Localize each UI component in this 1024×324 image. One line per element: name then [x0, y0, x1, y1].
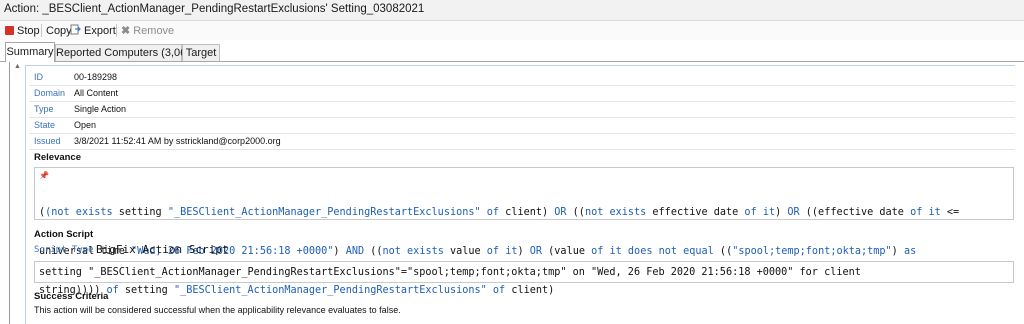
copy-button[interactable]: Copy — [46, 23, 72, 38]
relevance-heading: Relevance — [34, 152, 82, 163]
content-border — [25, 65, 26, 324]
code-token: setting — [112, 207, 168, 218]
code-token: ) — [517, 246, 530, 257]
remove-icon: ✖ — [121, 25, 131, 37]
property-value: Open — [74, 120, 97, 130]
pin-icon[interactable]: 📌 — [39, 171, 49, 180]
property-row-state: State Open — [29, 118, 1015, 134]
action-script-heading: Action Script — [34, 229, 94, 240]
code-token: "_BESClient_ActionManager_PendingRestart… — [167, 207, 481, 218]
property-key: State — [34, 120, 56, 130]
tab-summary-label: Summary — [6, 46, 54, 58]
window-title: Action: _BESClient_ActionManager_Pending… — [4, 3, 425, 15]
code-token: AND — [345, 246, 365, 257]
property-row-issued: Issued 3/8/2021 11:52:41 AM by sstrickla… — [29, 134, 1015, 150]
tab-reported-computers-label: Reported Computers (3,068) — [56, 47, 197, 59]
code-token: client) — [505, 285, 555, 296]
properties-table: ID 00-189298 Domain All Content Type Sin… — [29, 70, 1015, 150]
code-token: effective date — [646, 207, 745, 218]
code-token: of it — [486, 246, 518, 257]
tab-summary[interactable]: Summary — [5, 42, 55, 62]
relevance-line: string)))) of setting "_BESClient_Action… — [39, 284, 959, 297]
remove-button-label: Remove — [133, 24, 175, 37]
code-token: does not equal — [627, 246, 714, 257]
code-token: OR — [787, 207, 800, 218]
property-key: Domain — [34, 88, 66, 98]
code-token: ) — [775, 207, 788, 218]
tab-target[interactable]: Target — [182, 44, 220, 61]
panel-border — [9, 62, 10, 324]
stop-icon — [5, 26, 14, 35]
code-token: not exists — [584, 207, 647, 218]
action-script-box[interactable]: setting "_BESClient_ActionManager_Pendin… — [34, 261, 1014, 283]
property-row-type: Type Single Action — [29, 102, 1015, 118]
code-token: of it — [910, 207, 941, 218]
code-token: OR — [554, 207, 567, 218]
code-token: as — [903, 246, 917, 257]
tab-strip: Summary Reported Computers (3,068) Targe… — [0, 42, 1024, 62]
code-token: (( — [566, 207, 585, 218]
code-token: "spool;temp;font;okta;tmp" — [732, 246, 892, 257]
code-token: of — [486, 207, 500, 218]
code-token: of it — [591, 246, 622, 257]
tab-reported-computers[interactable]: Reported Computers (3,068) — [55, 44, 196, 61]
code-token: of it — [744, 207, 776, 218]
property-value: All Content — [74, 88, 119, 98]
tab-target-label: Target — [185, 47, 217, 59]
toolbar-separator — [41, 24, 42, 37]
scroll-up-icon[interactable]: ▲ — [13, 63, 22, 70]
property-key: Issued — [34, 136, 61, 146]
property-value: Single Action — [74, 104, 127, 114]
code-token: ((effective date — [799, 207, 911, 218]
code-token: value — [443, 246, 487, 257]
toolbar-separator — [116, 24, 117, 37]
action-script-code: setting "_BESClient_ActionManager_Pendin… — [39, 267, 861, 278]
tab-divider — [0, 61, 1024, 62]
code-token: (( — [364, 246, 383, 257]
toolbar: Stop Copy Export ✖ Remove — [0, 21, 1024, 40]
relevance-line: ((not exists setting "_BESClient_ActionM… — [39, 207, 960, 218]
script-type-label: Script Type — [34, 245, 94, 255]
content-border — [25, 65, 1015, 66]
script-type-value: BigFix Action Script — [96, 243, 229, 256]
property-row-id: ID 00-189298 — [29, 70, 1015, 86]
export-button-label: Export — [84, 24, 116, 37]
code-token: ) — [891, 246, 904, 257]
code-token: (( — [713, 246, 733, 257]
export-icon — [70, 24, 81, 38]
code-token: OR — [529, 246, 543, 257]
property-key: Type — [34, 104, 54, 114]
remove-button[interactable]: ✖ Remove — [121, 23, 174, 38]
property-value: 00-189298 — [74, 72, 118, 82]
export-button[interactable]: Export — [70, 23, 116, 38]
code-token: not exists — [382, 246, 444, 257]
code-token: setting — [118, 285, 174, 296]
code-token: of — [492, 285, 506, 296]
stop-button-label: Stop — [17, 24, 40, 37]
property-row-domain: Domain All Content — [29, 86, 1015, 102]
copy-button-label: Copy — [46, 24, 72, 37]
success-criteria-heading: Success Criteria — [34, 291, 109, 302]
property-key: ID — [34, 72, 43, 82]
window-titlebar: Action: _BESClient_ActionManager_Pending… — [0, 0, 1024, 21]
code-token: (value — [542, 246, 592, 257]
code-token: "_BESClient_ActionManager_PendingRestart… — [173, 285, 487, 296]
code-token: <= — [940, 207, 960, 218]
relevance-box[interactable]: 📌 ((not exists setting "_BESClient_Actio… — [34, 167, 1014, 296]
stop-button[interactable]: Stop — [5, 23, 40, 38]
code-token: ) — [333, 246, 346, 257]
code-token: (not exists — [45, 207, 113, 218]
property-value: 3/8/2021 11:52:41 AM by sstrickland@corp… — [74, 136, 281, 146]
code-token: client) — [499, 207, 555, 218]
success-criteria-text: This action will be considered successfu… — [34, 305, 401, 315]
